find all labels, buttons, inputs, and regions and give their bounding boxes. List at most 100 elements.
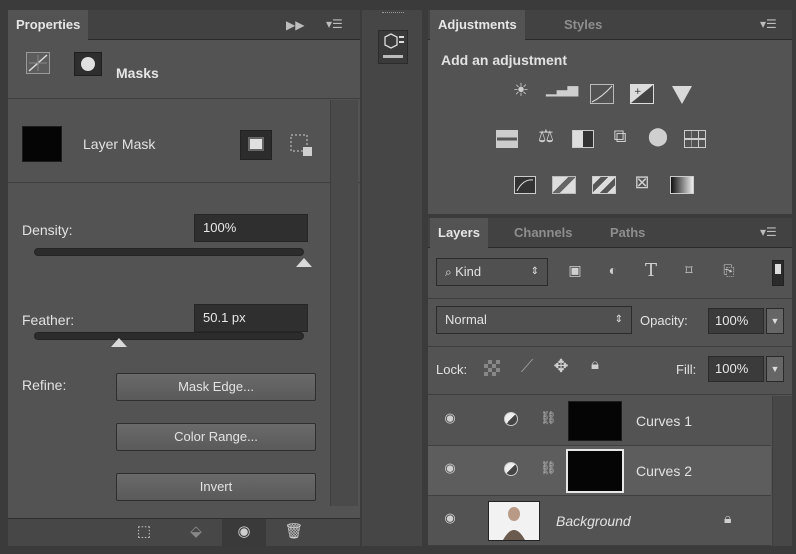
- channel-mixer-icon[interactable]: ⬤: [646, 126, 670, 147]
- color-lookup-icon[interactable]: [684, 130, 706, 148]
- tab-layers[interactable]: Layers: [430, 218, 488, 248]
- layer-name[interactable]: Background: [556, 513, 631, 529]
- photo-filter-icon[interactable]: ⧉: [608, 126, 632, 147]
- divider: [8, 98, 360, 99]
- search-icon: ⌕: [445, 265, 456, 279]
- vector-mask-icon[interactable]: [286, 130, 316, 160]
- collapsed-dock: [362, 10, 422, 546]
- updown-icon: ⇕: [530, 266, 539, 277]
- adjustment-layer-icon: [504, 462, 518, 476]
- divider: [428, 394, 792, 395]
- layer-row-curves-1[interactable]: ◉ ⛓ Curves 1: [428, 396, 771, 446]
- adjustment-filter-icon[interactable]: ◐: [602, 262, 624, 278]
- apply-mask-icon[interactable]: ⬙: [186, 522, 206, 540]
- density-label: Density:: [22, 222, 73, 238]
- tab-adjustments[interactable]: Adjustments: [430, 10, 525, 40]
- pixel-filter-icon[interactable]: ▣: [564, 262, 586, 279]
- adjustments-heading: Add an adjustment: [441, 52, 568, 68]
- layer-thumbnail[interactable]: [488, 501, 540, 541]
- selective-color-icon[interactable]: ⊠: [630, 172, 654, 193]
- curves-toggle-icon[interactable]: [26, 52, 50, 74]
- invert-icon[interactable]: [514, 176, 536, 194]
- layer-row-background[interactable]: ◉ Background 🔒︎: [428, 496, 771, 546]
- panel-menu-icon[interactable]: ▾☰: [760, 17, 777, 31]
- link-icon[interactable]: ⛓: [540, 410, 557, 426]
- fill-dropdown-button[interactable]: ▼: [766, 356, 784, 382]
- fill-label: Fill:: [676, 362, 697, 377]
- feather-slider[interactable]: [34, 332, 304, 340]
- updown-icon: ⇕: [614, 314, 623, 325]
- eye-icon[interactable]: ◉: [442, 510, 458, 526]
- eye-icon[interactable]: ◉: [442, 410, 458, 426]
- dock-3d-button[interactable]: [378, 30, 408, 64]
- adjustments-panel: Adjustments Styles ▾☰ Add an adjustment …: [428, 10, 792, 214]
- divider: [428, 346, 792, 347]
- shape-filter-icon[interactable]: ⌑: [678, 262, 700, 279]
- section-title: Masks: [116, 65, 159, 81]
- lock-all-icon[interactable]: 🔒︎: [584, 356, 606, 373]
- feather-field[interactable]: 50.1 px: [194, 304, 308, 332]
- adjustment-layer-icon: [504, 412, 518, 426]
- filter-kind-value: Kind: [455, 264, 482, 279]
- posterize-icon[interactable]: [552, 176, 576, 194]
- lock-move-icon[interactable]: ✥: [550, 356, 572, 377]
- mask-toggle-icon[interactable]: [74, 52, 102, 76]
- layer-row-curves-2[interactable]: ◉ ⛓ Curves 2: [428, 446, 771, 496]
- hue-saturation-icon[interactable]: [496, 130, 518, 148]
- color-range-button[interactable]: Color Range...: [116, 423, 316, 451]
- layer-name[interactable]: Curves 2: [636, 463, 692, 479]
- layer-name[interactable]: Curves 1: [636, 413, 692, 429]
- panel-menu-icon[interactable]: ▾☰: [760, 225, 777, 239]
- density-field[interactable]: 100%: [194, 214, 308, 242]
- divider: [8, 182, 360, 183]
- tab-paths[interactable]: Paths: [602, 218, 653, 248]
- exposure-icon[interactable]: +: [630, 84, 654, 104]
- layer-mask-thumbnail[interactable]: [568, 401, 622, 441]
- smart-object-filter-icon[interactable]: ⎘: [718, 262, 740, 279]
- levels-icon[interactable]: ▁▃▅: [546, 80, 578, 97]
- properties-footer: [8, 518, 360, 546]
- eye-icon[interactable]: ◉: [442, 460, 458, 476]
- type-filter-icon[interactable]: T: [640, 260, 662, 281]
- pixel-mask-icon[interactable]: [240, 130, 272, 160]
- blend-mode-dropdown[interactable]: Normal ⇕: [436, 306, 632, 334]
- density-slider-thumb[interactable]: [296, 258, 312, 267]
- scrollbar[interactable]: [330, 100, 358, 506]
- threshold-icon[interactable]: [592, 176, 616, 194]
- eye-icon[interactable]: ◉: [234, 522, 254, 540]
- load-selection-icon[interactable]: ⬚: [134, 522, 154, 540]
- tab-properties[interactable]: Properties: [8, 10, 89, 40]
- vibrance-icon[interactable]: [672, 86, 692, 104]
- filter-toggle[interactable]: [772, 260, 784, 286]
- divider: [428, 298, 792, 299]
- feather-slider-thumb[interactable]: [111, 338, 127, 347]
- svg-text:+: +: [634, 87, 642, 97]
- tab-styles[interactable]: Styles: [556, 10, 610, 40]
- tab-channels[interactable]: Channels: [506, 218, 581, 248]
- double-chevron-right-icon[interactable]: ▶▶: [286, 18, 304, 32]
- trash-icon[interactable]: 🗑: [284, 522, 304, 540]
- filter-kind-dropdown[interactable]: ⌕ Kind ⇕: [436, 258, 548, 286]
- feather-label: Feather:: [22, 312, 75, 328]
- opacity-field[interactable]: 100%: [708, 308, 764, 334]
- black-white-icon[interactable]: [572, 130, 594, 148]
- dock-grip[interactable]: [382, 12, 404, 16]
- density-slider[interactable]: [34, 248, 304, 256]
- fill-field[interactable]: 100%: [708, 356, 764, 382]
- curves-icon[interactable]: [590, 84, 614, 104]
- mask-edge-button[interactable]: Mask Edge...: [116, 373, 316, 401]
- color-balance-icon[interactable]: ⚖: [534, 126, 558, 147]
- opacity-dropdown-button[interactable]: ▼: [766, 308, 784, 334]
- lock-brush-icon[interactable]: ⟋: [516, 356, 538, 377]
- gradient-map-icon[interactable]: [670, 176, 694, 194]
- mask-thumbnail: [22, 126, 62, 162]
- link-icon[interactable]: ⛓: [540, 460, 557, 476]
- lock-transparent-icon[interactable]: [484, 360, 500, 376]
- invert-button[interactable]: Invert: [116, 473, 316, 501]
- layers-scrollbar[interactable]: [772, 396, 792, 546]
- opacity-label: Opacity:: [640, 313, 688, 328]
- brightness-contrast-icon[interactable]: ☀: [508, 80, 534, 101]
- layer-mask-thumbnail-selected[interactable]: [566, 449, 624, 493]
- blend-mode-value: Normal: [445, 312, 487, 327]
- panel-menu-icon[interactable]: ▾☰: [326, 17, 343, 31]
